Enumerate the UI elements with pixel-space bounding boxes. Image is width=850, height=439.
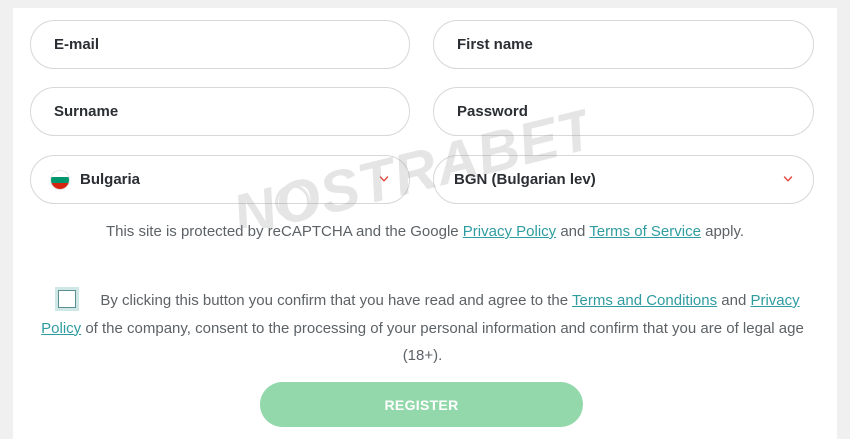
terms-and-conditions-link[interactable]: Terms and Conditions xyxy=(572,292,717,309)
chevron-down-icon xyxy=(783,176,793,182)
consent-intro: By clicking this button you confirm that… xyxy=(100,292,573,309)
currency-value: BGN (Bulgarian lev) xyxy=(454,171,596,188)
recaptcha-apply: apply. xyxy=(700,223,745,240)
surname-placeholder: Surname xyxy=(54,103,119,120)
currency-select[interactable]: BGN (Bulgarian lev) xyxy=(433,155,814,204)
recaptcha-notice: This site is protected by reCAPTCHA and … xyxy=(0,223,850,240)
email-field[interactable]: E-mail xyxy=(30,20,410,69)
checkbox-box xyxy=(58,290,76,308)
country-select[interactable]: Bulgaria xyxy=(30,155,410,204)
password-placeholder: Password xyxy=(457,103,528,120)
register-button[interactable]: REGISTER xyxy=(260,382,583,427)
privacy-policy-link[interactable]: Privacy Policy xyxy=(463,223,556,240)
password-field[interactable]: Password xyxy=(433,87,814,136)
first-name-placeholder: First name xyxy=(457,36,533,53)
email-placeholder: E-mail xyxy=(54,36,100,53)
recaptcha-and: and xyxy=(556,223,590,240)
bulgaria-flag-icon xyxy=(51,170,69,189)
consent-outro: of the company, consent to the processin… xyxy=(81,319,804,365)
surname-field[interactable]: Surname xyxy=(30,87,410,136)
recaptcha-text: This site is protected by reCAPTCHA and … xyxy=(105,223,463,240)
first-name-field[interactable]: First name xyxy=(433,20,814,69)
chevron-down-icon xyxy=(379,176,389,182)
country-value: Bulgaria xyxy=(80,171,141,188)
consent-checkbox[interactable] xyxy=(55,287,79,311)
register-label: REGISTER xyxy=(384,396,459,413)
terms-of-service-link[interactable]: Terms of Service xyxy=(589,223,701,240)
consent-and: and xyxy=(717,292,751,309)
consent-text: By clicking this button you confirm that… xyxy=(30,287,815,370)
